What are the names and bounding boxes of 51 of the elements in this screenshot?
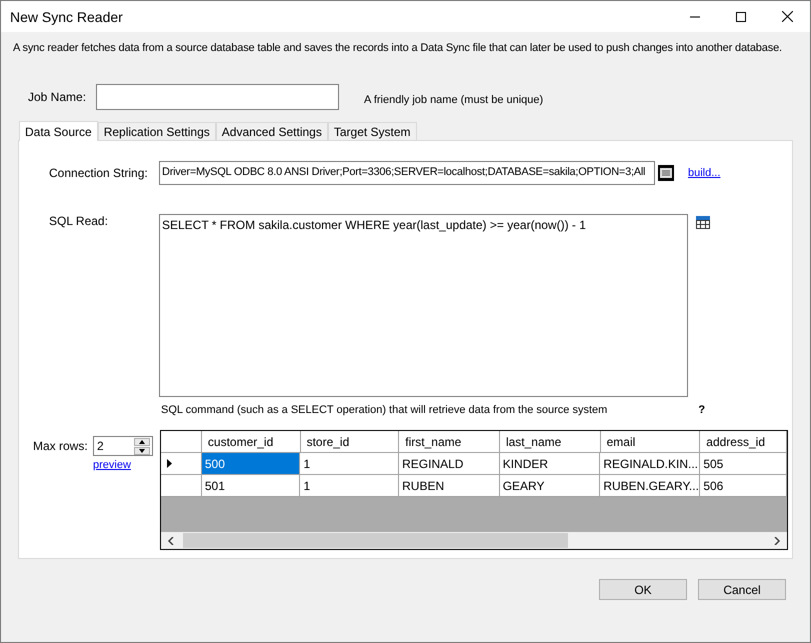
table-cell[interactable]: REGINALD <box>399 453 500 475</box>
spin-up-icon[interactable] <box>134 438 150 446</box>
job-name-label: Job Name: <box>28 90 86 104</box>
window-title: New Sync Reader <box>10 8 124 24</box>
column-header[interactable]: customer_id <box>202 431 301 453</box>
job-name-hint: A friendly job name (must be unique) <box>364 94 544 106</box>
sql-read-field[interactable]: SELECT * FROM sakila.customer WHERE year(last_update) >= year(now()) - 1 <box>159 214 688 397</box>
column-header[interactable]: first_name <box>399 431 500 453</box>
tab[interactable]: Advanced Settings <box>216 122 328 140</box>
table-cell[interactable]: 505 <box>700 453 787 475</box>
dialog-button[interactable]: Cancel <box>698 579 786 600</box>
scroll-left-icon[interactable] <box>167 536 175 544</box>
table-cell[interactable]: 1 <box>300 475 400 497</box>
help-mark[interactable]: ? <box>698 404 706 416</box>
table-icon[interactable] <box>696 216 710 229</box>
table-cell[interactable]: REGINALD.KIN... <box>600 453 700 475</box>
table-cell[interactable]: RUBEN.GEARY... <box>600 475 700 497</box>
sql-help-text: SQL command (such as a SELECT operation) that will retrieve data from the source system <box>161 404 608 416</box>
description-text: A sync reader fetches data from a source database table and saves the records into a Data Sync file that can later be used to push changes into another database. <box>13 42 782 54</box>
preview-link[interactable]: preview <box>93 459 160 471</box>
maximize-icon <box>736 12 746 22</box>
column-header[interactable]: address_id <box>700 431 787 453</box>
scroll-thumb[interactable] <box>183 533 568 548</box>
connection-string-label: Connection String: <box>48 166 149 180</box>
max-rows-label: Max rows: <box>33 439 89 453</box>
build-link[interactable]: build... <box>688 167 720 179</box>
job-name-field[interactable] <box>96 84 340 110</box>
current-row-icon <box>167 459 172 468</box>
table-cell[interactable]: 506 <box>700 475 787 497</box>
sql-read-label: SQL Read: <box>48 214 109 228</box>
table-cell[interactable]: 501 <box>202 475 300 497</box>
row-header[interactable] <box>161 453 202 475</box>
connection-string-field[interactable]: Driver=MySQL ODBC 8.0 ANSI Driver;Port=3306;SERVER=localhost;DATABASE=sakila;OPTION=3;All <box>159 161 655 185</box>
table-cell[interactable]: RUBEN <box>399 475 500 497</box>
table-cell[interactable]: 500 <box>202 453 300 475</box>
horizontal-scrollbar[interactable] <box>161 532 787 549</box>
tab[interactable]: Data Source <box>19 121 98 141</box>
spin-down-icon[interactable] <box>134 447 150 455</box>
editor-icon[interactable] <box>658 165 674 181</box>
table-cell[interactable]: 1 <box>300 453 400 475</box>
column-header[interactable]: store_id <box>300 431 400 453</box>
tab[interactable]: Target System <box>328 122 417 140</box>
close-icon <box>782 11 792 22</box>
scroll-right-icon[interactable] <box>773 536 781 544</box>
dialog-button[interactable]: OK <box>599 579 687 600</box>
tab[interactable]: Replication Settings <box>98 122 216 140</box>
max-rows-spinner[interactable]: 2 <box>93 436 153 456</box>
table-cell[interactable]: GEARY <box>500 475 600 497</box>
table-cell[interactable]: KINDER <box>500 453 600 475</box>
column-header[interactable]: email <box>600 431 700 453</box>
column-header[interactable]: last_name <box>500 431 601 453</box>
